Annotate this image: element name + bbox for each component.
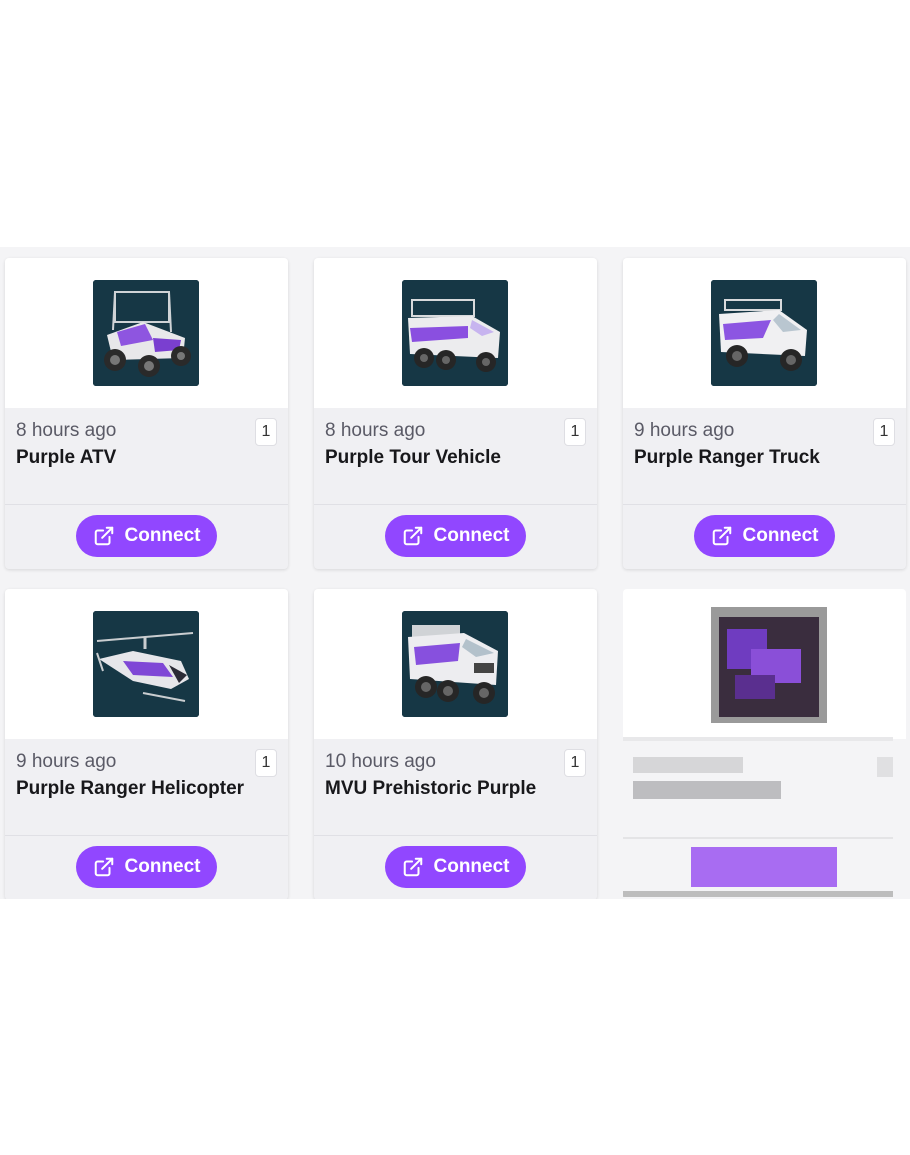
- helicopter-thumbnail: [93, 611, 199, 717]
- pixelated-connect-button: [691, 847, 837, 887]
- drop-count-badge: 1: [255, 749, 277, 777]
- redacted-drop-card: [623, 589, 906, 899]
- drop-card: 9 hours ago Purple Ranger Helicopter 1 C…: [5, 589, 288, 899]
- drop-title: Purple ATV: [16, 447, 117, 468]
- pixelated-count: [877, 757, 893, 777]
- atv-thumbnail: [93, 280, 199, 386]
- card-image-area: [314, 589, 597, 739]
- external-link-icon: [712, 526, 731, 546]
- tour-vehicle-thumbnail: [402, 280, 508, 386]
- pixelated-time: [633, 757, 743, 773]
- card-image-area: [623, 258, 906, 408]
- pixel-block: [623, 837, 893, 839]
- drop-title: Purple Ranger Truck: [634, 447, 820, 468]
- drop-title: Purple Tour Vehicle: [325, 447, 501, 468]
- drop-time: 9 hours ago: [634, 420, 735, 441]
- pixel-block: [735, 675, 775, 699]
- ranger-truck-thumbnail: [711, 280, 817, 386]
- connect-button[interactable]: Connect: [385, 515, 526, 557]
- drop-time: 9 hours ago: [16, 751, 117, 772]
- drop-card: 8 hours ago Purple ATV 1 Connect: [5, 258, 288, 569]
- connect-button[interactable]: Connect: [76, 515, 217, 557]
- card-divider: [5, 504, 288, 505]
- connect-label: Connect: [742, 525, 819, 546]
- drop-card: 9 hours ago Purple Ranger Truck 1 Connec…: [623, 258, 906, 569]
- drops-grid: 8 hours ago Purple ATV 1 Connect 8 hours…: [0, 247, 910, 899]
- external-link-icon: [403, 857, 422, 877]
- card-image-area: [314, 258, 597, 408]
- card-image-area: [5, 258, 288, 408]
- connect-label: Connect: [433, 856, 510, 877]
- external-link-icon: [403, 526, 422, 546]
- drop-card: 8 hours ago Purple Tour Vehicle 1 Connec…: [314, 258, 597, 569]
- mvu-thumbnail: [402, 611, 508, 717]
- card-divider: [314, 504, 597, 505]
- connect-button[interactable]: Connect: [694, 515, 835, 557]
- drop-count-badge: 1: [564, 418, 586, 446]
- drop-title: MVU Prehistoric Purple: [325, 778, 537, 799]
- pixelated-title: [633, 781, 781, 799]
- drop-time: 10 hours ago: [325, 751, 436, 772]
- card-divider: [5, 835, 288, 836]
- connect-button[interactable]: Connect: [385, 846, 526, 888]
- external-link-icon: [94, 526, 113, 546]
- connect-button[interactable]: Connect: [76, 846, 217, 888]
- connect-label: Connect: [124, 856, 201, 877]
- card-divider: [314, 835, 597, 836]
- external-link-icon: [94, 857, 113, 877]
- connect-label: Connect: [433, 525, 510, 546]
- connect-label: Connect: [124, 525, 201, 546]
- drop-card: 10 hours ago MVU Prehistoric Purple 1 Co…: [314, 589, 597, 899]
- pixel-block: [623, 891, 893, 897]
- drop-time: 8 hours ago: [325, 420, 426, 441]
- drop-title: Purple Ranger Helicopter: [16, 778, 245, 799]
- drop-count-badge: 1: [873, 418, 895, 446]
- card-image-area: [5, 589, 288, 739]
- drop-count-badge: 1: [564, 749, 586, 777]
- drop-count-badge: 1: [255, 418, 277, 446]
- pixel-block: [623, 737, 893, 741]
- card-divider: [623, 504, 906, 505]
- drop-time: 8 hours ago: [16, 420, 117, 441]
